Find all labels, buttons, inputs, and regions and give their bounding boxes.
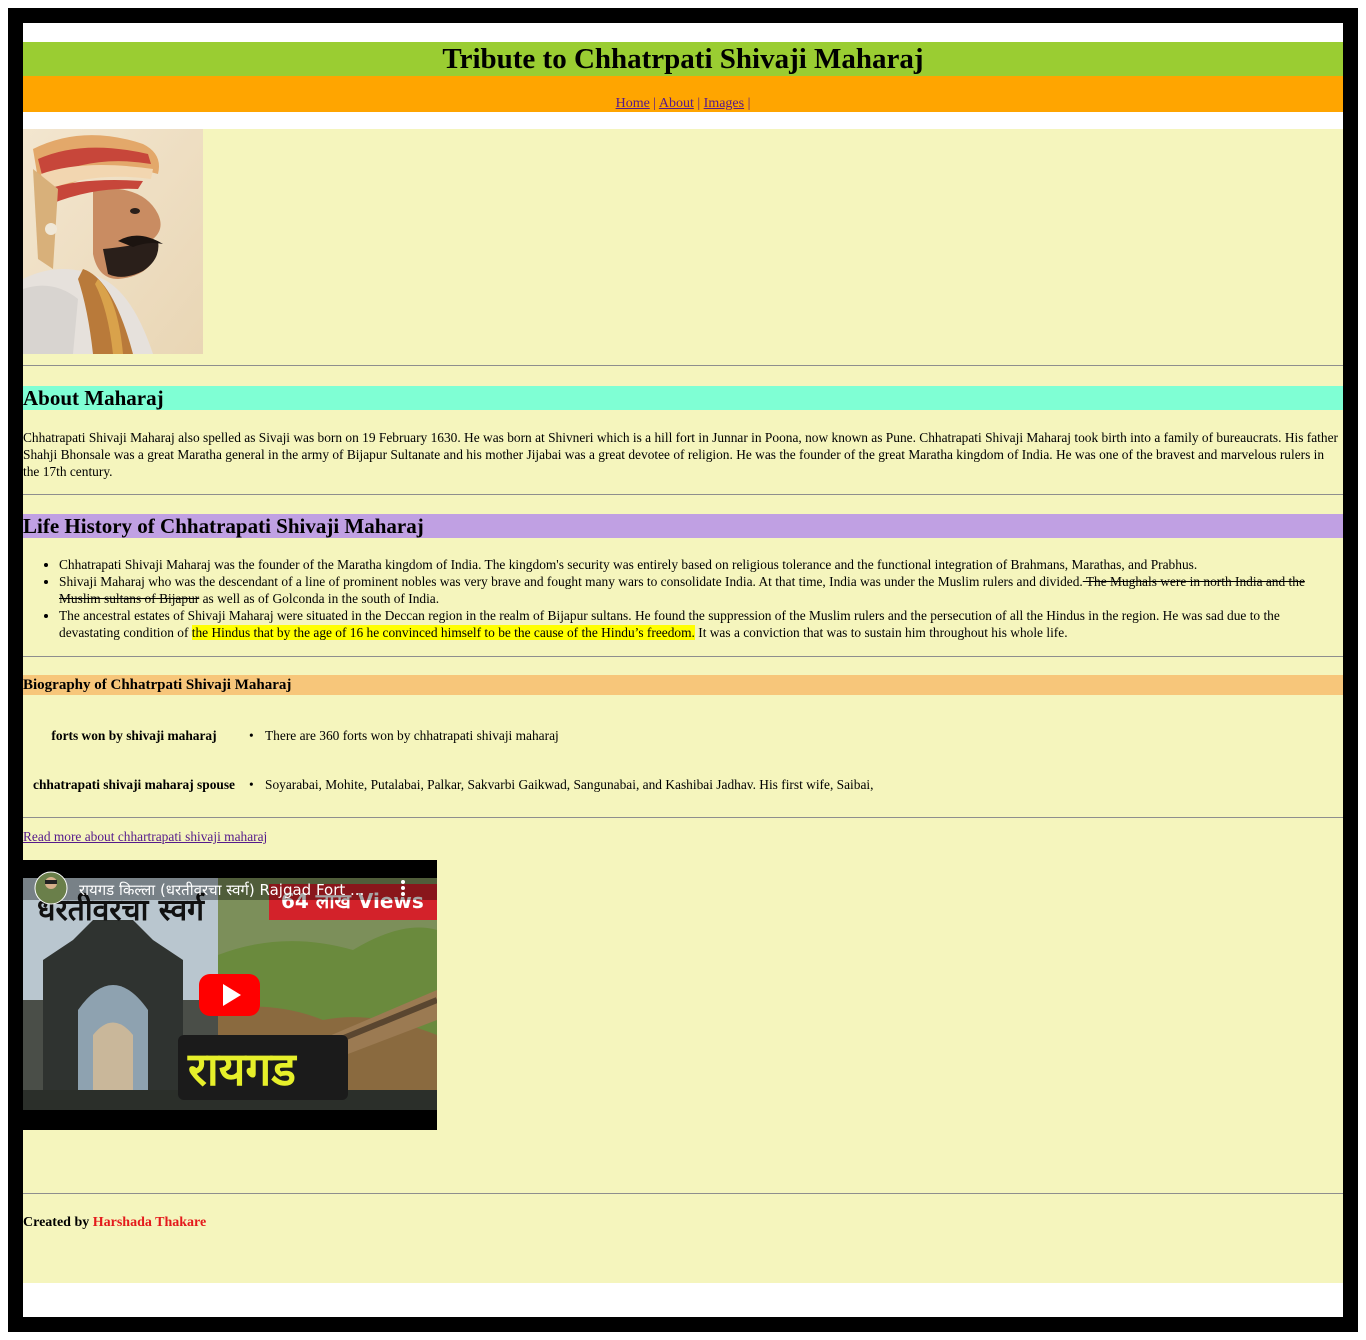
divider bbox=[23, 656, 1343, 657]
page-title: Tribute to Chhatrpati Shivaji Maharaj bbox=[23, 42, 1343, 76]
play-icon bbox=[199, 974, 260, 1016]
author-name: Harshada Thakare bbox=[92, 1215, 207, 1230]
biography-heading: Biography of Chhatrpati Shivaji Maharaj bbox=[23, 675, 1343, 695]
page: Tribute to Chhatrpati Shivaji Maharaj Ho… bbox=[23, 23, 1343, 1317]
main-content: About Maharaj Chhatrapati Shivaji Mahara… bbox=[23, 129, 1343, 1283]
life-history-list: Chhatrapati Shivaji Maharaj was the foun… bbox=[23, 556, 1339, 641]
divider bbox=[23, 494, 1343, 495]
about-paragraph: Chhatrapati Shivaji Maharaj also spelled… bbox=[23, 430, 1338, 479]
table-row: forts won by shivaji maharaj There are 3… bbox=[23, 726, 1343, 746]
nav-links: Home | About | Images | bbox=[23, 97, 1343, 111]
table-cell: Soyarabai, Mohite, Putalabai, Palkar, Sa… bbox=[249, 775, 873, 795]
nav-link-about[interactable]: About bbox=[659, 96, 694, 111]
list-item: The ancestral estates of Shivaji Maharaj… bbox=[59, 607, 1339, 641]
nav-link-home[interactable]: Home bbox=[616, 96, 650, 111]
about-heading: About Maharaj bbox=[23, 386, 1343, 410]
nav-separator: | bbox=[747, 96, 751, 111]
video-overlay-bottom: रायगड bbox=[187, 1042, 297, 1096]
list-item-text: Shivaji Maharaj who was the descendant o… bbox=[59, 574, 1083, 589]
footer-credit: Created by Harshada Thakare bbox=[23, 1214, 206, 1231]
table-header-cell: chhatrapati shivaji maharaj spouse bbox=[33, 777, 235, 792]
page-border: Tribute to Chhatrpati Shivaji Maharaj Ho… bbox=[8, 8, 1358, 1332]
video-embed[interactable]: 64 लाख Views धरतीवरचा स्वर्ग रायगड रायगड… bbox=[23, 860, 437, 1130]
footer-prefix: Created by bbox=[23, 1215, 90, 1230]
list-item: Shivaji Maharaj who was the descendant o… bbox=[59, 573, 1339, 607]
divider bbox=[23, 817, 1343, 818]
portrait-image bbox=[23, 129, 203, 354]
life-history-heading: Life History of Chhatrapati Shivaji Maha… bbox=[23, 514, 1343, 538]
table-cell: There are 360 forts won by chhatrapati s… bbox=[249, 726, 559, 746]
list-item-text: Chhatrapati Shivaji Maharaj was the foun… bbox=[59, 557, 1198, 572]
divider bbox=[23, 1193, 1343, 1194]
divider bbox=[23, 365, 1343, 366]
nav-link-images[interactable]: Images bbox=[704, 96, 744, 111]
highlighted-text: the Hindus that by the age of 16 he conv… bbox=[191, 625, 695, 640]
list-item: Chhatrapati Shivaji Maharaj was the foun… bbox=[59, 556, 1339, 573]
read-more-link[interactable]: Read more about chhartrapati shivaji mah… bbox=[23, 828, 267, 845]
nav-separator: | bbox=[653, 96, 657, 111]
nav-bar: Home | About | Images | bbox=[23, 76, 1343, 112]
table-header-cell: forts won by shivaji maharaj bbox=[51, 728, 217, 743]
list-item-text: It was a conviction that was to sustain … bbox=[694, 625, 1068, 640]
list-item-text: as well as of Golconda in the south of I… bbox=[199, 591, 440, 606]
table-row: chhatrapati shivaji maharaj spouse Soyar… bbox=[23, 775, 1343, 795]
video-title: रायगड किल्ला (धरतीवरचा स्वर्ग) Rajgad Fo… bbox=[79, 881, 364, 899]
nav-separator: | bbox=[697, 96, 701, 111]
